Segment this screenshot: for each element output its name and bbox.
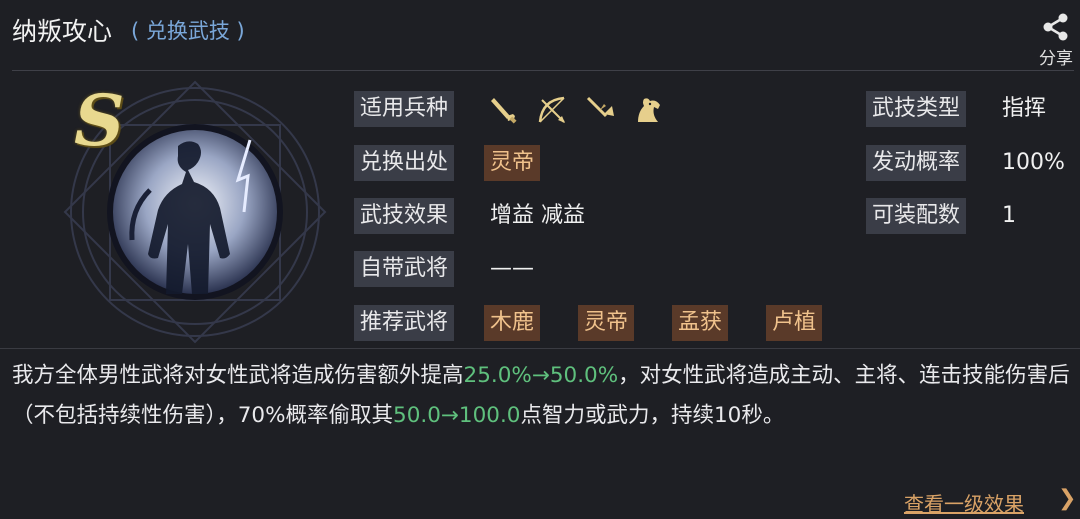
recommend-tag-1[interactable]: 木鹿 (484, 305, 541, 341)
chevron-right-icon[interactable]: ❯ (1058, 486, 1076, 511)
share-icon (1043, 13, 1068, 41)
desc-text-3: 点智力或武力，持续10秒。 (520, 403, 785, 428)
effect-label: 武技效果 (354, 198, 455, 234)
source-tag[interactable]: 灵帝 (484, 145, 541, 181)
desc-highlight-2: 50.0→100.0 (393, 403, 521, 428)
skill-type-value: 指挥 (1002, 96, 1047, 121)
bow-icon (538, 96, 565, 123)
skill-type-label: 武技类型 (866, 91, 967, 127)
sword-icon (491, 98, 517, 124)
recommend-label: 推荐武将 (354, 305, 455, 341)
recommend-tag-3[interactable]: 孟获 (672, 305, 729, 341)
view-level1-link[interactable]: 查看一级效果 (904, 488, 1024, 517)
skill-title: 纳叛攻心 (12, 17, 113, 46)
trigger-rate-label: 发动概率 (866, 145, 967, 181)
share-label: 分享 (1039, 49, 1073, 69)
own-general-label: 自带武将 (354, 251, 455, 287)
desc-highlight-1: 25.0%→50.0% (463, 363, 619, 388)
effect-value: 增益 减益 (490, 203, 585, 228)
share-button[interactable]: 分享 (1032, 12, 1080, 69)
own-general-value: —— (490, 256, 534, 281)
header-divider (12, 70, 1074, 71)
source-label: 兑换出处 (354, 145, 455, 181)
recommend-tag-4[interactable]: 卢植 (766, 305, 823, 341)
desc-text-1: 我方全体男性武将对女性武将造成伤害额外提高 (12, 363, 464, 388)
grade-badge: S (74, 79, 125, 162)
unit-type-label: 适用兵种 (354, 91, 455, 127)
skill-description: 我方全体男性武将对女性武将造成伤害额外提高25.0%→50.0%，对女性武将造成… (12, 356, 1072, 436)
section-divider (0, 348, 1080, 349)
horse-icon (638, 98, 660, 122)
recommend-tag-2[interactable]: 灵帝 (578, 305, 635, 341)
trigger-rate-value: 100% (1002, 150, 1065, 175)
equip-count-label: 可装配数 (866, 198, 967, 234)
equip-count-value: 1 (1002, 203, 1016, 228)
spear-icon (586, 96, 614, 118)
skill-subtitle: ( 兑换武技 ) (131, 19, 245, 43)
